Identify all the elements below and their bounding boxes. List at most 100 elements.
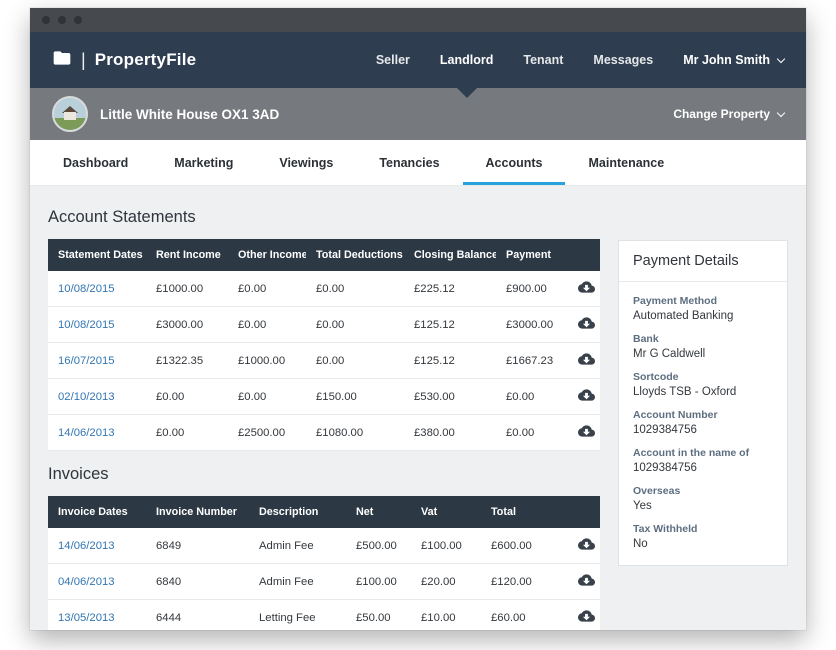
tab-accounts[interactable]: Accounts	[463, 140, 566, 185]
invoices-table: Invoice Dates Invoice Number Description…	[48, 496, 600, 630]
detail-field: Overseas Yes	[633, 485, 773, 512]
window-control-dot[interactable]	[58, 16, 66, 24]
cell-payment: £900.00	[496, 271, 568, 307]
user-menu[interactable]: Mr John Smith	[668, 32, 784, 88]
brand-logo[interactable]: | PropertyFile	[52, 48, 196, 73]
cell-invoice-number: 6849	[146, 528, 249, 564]
cell-closing-balance: £380.00	[404, 415, 496, 451]
column-header: Total	[481, 496, 568, 528]
cell-payment: £3000.00	[496, 307, 568, 343]
field-value: Yes	[633, 500, 773, 512]
field-label: Sortcode	[633, 371, 773, 383]
cell-total-deductions: £1080.00	[306, 415, 404, 451]
field-value: 1029384756	[633, 462, 773, 474]
field-value: Automated Banking	[633, 310, 773, 322]
property-bar: Little White House OX1 3AD Change Proper…	[30, 88, 806, 140]
table-header-row: Statement Dates Rent Income Other Income…	[48, 239, 600, 271]
invoices-title: Invoices	[48, 465, 600, 484]
field-label: Account Number	[633, 409, 773, 421]
column-header: Net	[346, 496, 411, 528]
cell-other-income: £0.00	[228, 307, 306, 343]
cell-total-deductions: £0.00	[306, 307, 404, 343]
window-control-dot[interactable]	[42, 16, 50, 24]
table-row: 14/06/2013 £0.00 £2500.00 £1080.00 £380.…	[48, 415, 600, 451]
cloud-download-icon[interactable]	[578, 424, 595, 438]
cell-description: Admin Fee	[249, 564, 346, 600]
cell-other-income: £2500.00	[228, 415, 306, 451]
nav-item-seller[interactable]: Seller	[361, 32, 425, 88]
table-row: 16/07/2015 £1322.35 £1000.00 £0.00 £125.…	[48, 343, 600, 379]
statement-date-link[interactable]: 10/08/2015	[58, 319, 115, 331]
cell-invoice-number: 6444	[146, 600, 249, 631]
cell-rent-income: £1000.00	[146, 271, 228, 307]
field-value: Lloyds TSB - Oxford	[633, 386, 773, 398]
cell-total-deductions: £0.00	[306, 271, 404, 307]
statement-date-link[interactable]: 14/06/2013	[58, 427, 115, 439]
column-header: Closing Balance	[404, 239, 496, 271]
table-row: 10/08/2015 £1000.00 £0.00 £0.00 £225.12 …	[48, 271, 600, 307]
cell-vat: £10.00	[411, 600, 481, 631]
column-header: Total Deductions	[306, 239, 404, 271]
field-label: Account in the name of	[633, 447, 773, 459]
window-chrome	[30, 8, 806, 32]
cell-rent-income: £3000.00	[146, 307, 228, 343]
logo-divider: |	[81, 50, 86, 71]
table-row: 04/06/2013 6840 Admin Fee £100.00 £20.00…	[48, 564, 600, 600]
nav-item-landlord[interactable]: Landlord	[425, 32, 508, 88]
cell-total: £60.00	[481, 600, 568, 631]
detail-field: Account in the name of 1029384756	[633, 447, 773, 474]
cell-closing-balance: £125.12	[404, 307, 496, 343]
statement-date-link[interactable]: 10/08/2015	[58, 283, 115, 295]
cloud-download-icon[interactable]	[578, 573, 595, 587]
cell-description: Admin Fee	[249, 528, 346, 564]
cloud-download-icon[interactable]	[578, 537, 595, 551]
cell-closing-balance: £125.12	[404, 343, 496, 379]
change-property-button[interactable]: Change Property	[673, 107, 784, 121]
cell-total: £120.00	[481, 564, 568, 600]
detail-field: Bank Mr G Caldwell	[633, 333, 773, 360]
cell-rent-income: £0.00	[146, 379, 228, 415]
cloud-download-icon[interactable]	[578, 352, 595, 366]
cell-net: £500.00	[346, 528, 411, 564]
main-content: Account Statements Statement Dates Rent …	[30, 186, 806, 630]
payment-details-fields: Payment Method Automated Banking Bank Mr…	[619, 282, 787, 565]
chevron-down-icon	[777, 54, 785, 62]
cloud-download-icon[interactable]	[578, 316, 595, 330]
statement-date-link[interactable]: 16/07/2015	[58, 355, 115, 367]
folder-icon	[52, 48, 72, 73]
cell-total: £600.00	[481, 528, 568, 564]
nav-item-messages[interactable]: Messages	[578, 32, 668, 88]
cloud-download-icon[interactable]	[578, 280, 595, 294]
tab-viewings[interactable]: Viewings	[256, 140, 356, 185]
cell-rent-income: £0.00	[146, 415, 228, 451]
cell-net: £100.00	[346, 564, 411, 600]
tab-marketing[interactable]: Marketing	[151, 140, 256, 185]
invoice-date-link[interactable]: 13/05/2013	[58, 612, 115, 624]
statement-date-link[interactable]: 02/10/2013	[58, 391, 115, 403]
field-value: No	[633, 538, 773, 550]
field-value: 1029384756	[633, 424, 773, 436]
payment-details-title: Payment Details	[619, 241, 787, 282]
invoice-date-link[interactable]: 14/06/2013	[58, 540, 115, 552]
nav-item-tenant[interactable]: Tenant	[508, 32, 578, 88]
invoice-date-link[interactable]: 04/06/2013	[58, 576, 115, 588]
column-header: Payment	[496, 239, 568, 271]
cell-description: Letting Fee	[249, 600, 346, 631]
field-label: Overseas	[633, 485, 773, 497]
detail-field: Tax Withheld No	[633, 523, 773, 550]
tab-dashboard[interactable]: Dashboard	[40, 140, 151, 185]
section-tabs: Dashboard Marketing Viewings Tenancies A…	[30, 140, 806, 186]
detail-field: Account Number 1029384756	[633, 409, 773, 436]
cell-closing-balance: £530.00	[404, 379, 496, 415]
cell-net: £50.00	[346, 600, 411, 631]
column-header: Vat	[411, 496, 481, 528]
tab-tenancies[interactable]: Tenancies	[356, 140, 462, 185]
cloud-download-icon[interactable]	[578, 609, 595, 623]
change-property-label: Change Property	[673, 107, 770, 121]
window-control-dot[interactable]	[74, 16, 82, 24]
tab-maintenance[interactable]: Maintenance	[565, 140, 687, 185]
column-header: Invoice Dates	[48, 496, 146, 528]
column-header: Statement Dates	[48, 239, 146, 271]
cloud-download-icon[interactable]	[578, 388, 595, 402]
field-label: Payment Method	[633, 295, 773, 307]
